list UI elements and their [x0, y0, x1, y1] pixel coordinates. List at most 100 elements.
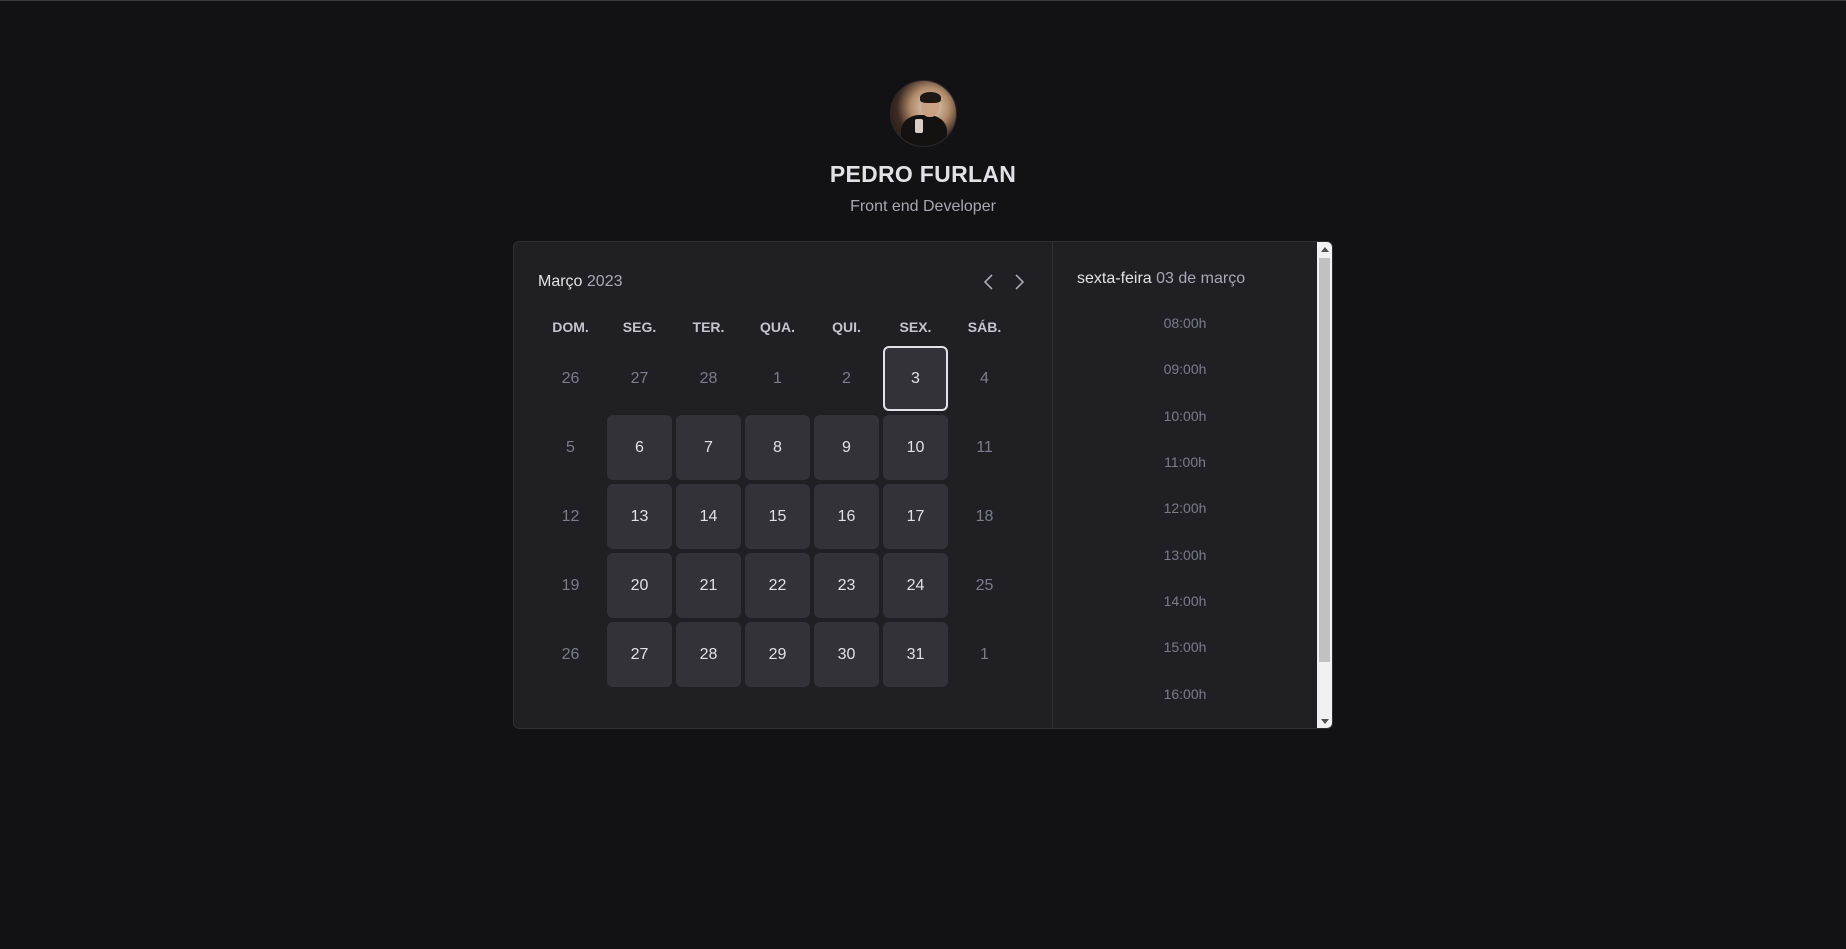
calendar-cell: 13 — [607, 484, 672, 549]
calendar-cell: 27 — [607, 622, 672, 687]
calendar-day[interactable]: 14 — [676, 484, 741, 549]
calendar-day[interactable]: 10 — [883, 415, 948, 480]
selected-weekday: sexta-feira — [1077, 270, 1152, 287]
calendar-cell: 26 — [538, 622, 603, 687]
calendar-year: 2023 — [586, 273, 623, 290]
weekday-label: TER. — [692, 319, 725, 335]
calendar-cell: 6 — [607, 415, 672, 480]
avatar — [889, 80, 957, 147]
time-list-scrollbar[interactable] — [1317, 242, 1332, 728]
calendar-day[interactable]: 27 — [607, 622, 672, 687]
calendar-cell: 30 — [814, 622, 879, 687]
previous-month-button[interactable] — [980, 272, 998, 292]
calendar-day: 4 — [980, 369, 989, 387]
calendar-cell: 22 — [745, 553, 810, 618]
calendar-cell: 1 — [745, 346, 810, 411]
calendar-cell: 31 — [883, 622, 948, 687]
calendar-day: 27 — [630, 369, 649, 387]
calendar-day[interactable]: 13 — [607, 484, 672, 549]
calendar-cell: 28 — [676, 622, 741, 687]
calendar-day[interactable]: 8 — [745, 415, 810, 480]
calendar-cell: 1 — [952, 622, 1017, 687]
time-list: 08:00h 09:00h 10:00h 11:00h 12:00h 13:00h 14:0… — [1053, 300, 1317, 717]
calendar-title: Março 2023 — [538, 273, 623, 291]
calendar-cell: 8 — [745, 415, 810, 480]
time-picker-header: sexta-feira 03 de março — [1077, 270, 1245, 288]
calendar-cell: 23 — [814, 553, 879, 618]
time-slot[interactable]: 12:00h — [1053, 485, 1317, 531]
calendar-grid: DOM. SEG. TER. QUA. QUI. SEX. SÁB. 26 27 2… — [534, 308, 1021, 691]
calendar-day: 1 — [980, 645, 989, 663]
calendar-cell: 21 — [676, 553, 741, 618]
scroll-up-icon[interactable] — [1317, 242, 1332, 256]
time-slot[interactable]: 09:00h — [1053, 346, 1317, 392]
time-slot[interactable]: 11:00h — [1053, 439, 1317, 485]
calendar-day[interactable]: 20 — [607, 553, 672, 618]
calendar-week-row: 5 6 7 8 9 10 11 — [538, 415, 1017, 480]
calendar-day[interactable]: 16 — [814, 484, 879, 549]
profile-header: PEDRO FURLAN Front end Developer — [0, 80, 1846, 216]
calendar-day-selected[interactable]: 3 — [883, 346, 948, 411]
calendar-cell: 27 — [607, 346, 672, 411]
calendar-day[interactable]: 7 — [676, 415, 741, 480]
time-picker: sexta-feira 03 de março 08:00h 09:00h 10:0… — [1052, 242, 1332, 728]
calendar-cell: 4 — [952, 346, 1017, 411]
calendar-header: Março 2023 — [538, 270, 1028, 294]
calendar-day[interactable]: 24 — [883, 553, 948, 618]
time-slot[interactable]: 15:00h — [1053, 624, 1317, 670]
calendar-days: 26 27 28 1 2 3 4 5 6 7 8 9 10 11 12 13 14 15 16 17 18 19 20 21 2… — [538, 346, 1017, 687]
calendar-day[interactable]: 22 — [745, 553, 810, 618]
calendar-cell: 11 — [952, 415, 1017, 480]
weekday-row: DOM. SEG. TER. QUA. QUI. SEX. SÁB. — [538, 312, 1017, 342]
calendar-day: 25 — [975, 576, 994, 594]
calendar-cell: 20 — [607, 553, 672, 618]
scrollbar-thumb[interactable] — [1319, 258, 1330, 662]
calendar-week-row: 26 27 28 29 30 31 1 — [538, 622, 1017, 687]
calendar-day[interactable]: 17 — [883, 484, 948, 549]
selected-date: 03 de março — [1156, 270, 1246, 287]
time-slot[interactable]: 08:00h — [1053, 300, 1317, 346]
weekday-label: SÁB. — [967, 319, 1002, 335]
calendar-cell: 15 — [745, 484, 810, 549]
time-slot[interactable]: 13:00h — [1053, 531, 1317, 577]
time-slot[interactable]: 14:00h — [1053, 578, 1317, 624]
calendar-nav — [980, 272, 1028, 292]
calendar-cell: 19 — [538, 553, 603, 618]
calendar-cell: 14 — [676, 484, 741, 549]
calendar-cell: 17 — [883, 484, 948, 549]
calendar-cell: 3 — [883, 346, 948, 411]
calendar-day[interactable]: 6 — [607, 415, 672, 480]
calendar-day[interactable]: 9 — [814, 415, 879, 480]
weekday-label: QUA. — [760, 319, 795, 335]
calendar-cell: 25 — [952, 553, 1017, 618]
calendar-day[interactable]: 23 — [814, 553, 879, 618]
calendar-cell: 28 — [676, 346, 741, 411]
calendar-week-row: 19 20 21 22 23 24 25 — [538, 553, 1017, 618]
calendar-month: Março — [538, 273, 583, 290]
calendar-week-row: 12 13 14 15 16 17 18 — [538, 484, 1017, 549]
calendar-day[interactable]: 28 — [676, 622, 741, 687]
calendar-day: 5 — [566, 438, 575, 456]
next-month-button[interactable] — [1010, 272, 1028, 292]
chevron-left-icon — [983, 274, 993, 290]
top-border — [0, 0, 1846, 1]
calendar-day[interactable]: 31 — [883, 622, 948, 687]
calendar-day: 12 — [561, 507, 580, 525]
profile-role: Front end Developer — [850, 198, 996, 215]
calendar-cell: 10 — [883, 415, 948, 480]
calendar-cell: 7 — [676, 415, 741, 480]
time-slot[interactable]: 10:00h — [1053, 393, 1317, 439]
scroll-down-icon[interactable] — [1317, 714, 1332, 728]
calendar-cell: 16 — [814, 484, 879, 549]
calendar-day[interactable]: 15 — [745, 484, 810, 549]
calendar-day: 19 — [561, 576, 580, 594]
calendar-cell: 18 — [952, 484, 1017, 549]
calendar-cell: 5 — [538, 415, 603, 480]
calendar-day[interactable]: 29 — [745, 622, 810, 687]
calendar: Março 2023 DOM. SEG. TER. QUA. QUI. SEX.… — [514, 242, 1052, 728]
weekday-label: SEX. — [899, 319, 932, 335]
calendar-day[interactable]: 30 — [814, 622, 879, 687]
calendar-day: 28 — [699, 369, 718, 387]
time-slot[interactable]: 16:00h — [1053, 670, 1317, 716]
calendar-day[interactable]: 21 — [676, 553, 741, 618]
